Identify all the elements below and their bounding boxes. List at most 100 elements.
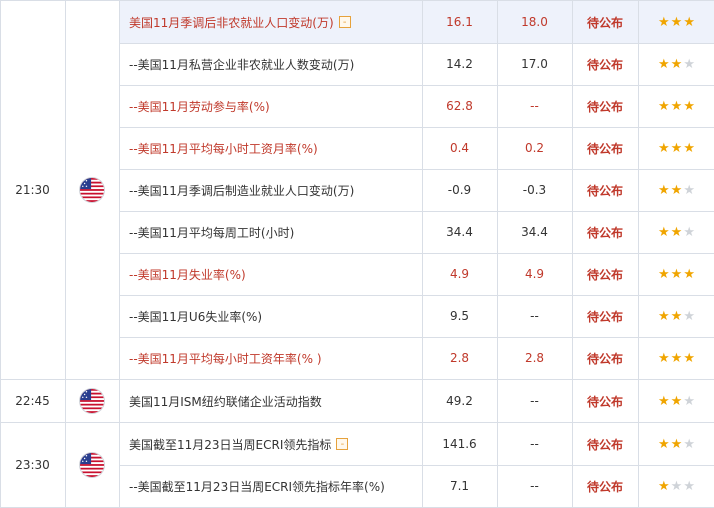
previous-value: 7.1 xyxy=(449,479,470,493)
previous-value: 34.4 xyxy=(446,225,473,239)
star-icon: ★ xyxy=(658,56,671,72)
table-top-border xyxy=(0,0,714,1)
indicator-name-cell[interactable]: --美国11月劳动参与率(%) xyxy=(119,85,422,127)
star-icon: ★ xyxy=(670,14,684,30)
importance-stars: ★ ★ ★ xyxy=(638,169,714,211)
indicator-name-cell[interactable]: --美国11月U6失业率(%) xyxy=(119,295,422,337)
forecast-value: -- xyxy=(530,479,539,493)
indicator-name[interactable]: --美国11月季调后制造业就业人口变动(万) xyxy=(129,182,354,199)
forecast-value: 0.2 xyxy=(524,141,545,155)
indicator-name[interactable]: --美国11月平均每周工时(小时) xyxy=(129,224,294,241)
importance-stars: ★ ★ ★ xyxy=(638,85,714,127)
economic-calendar-table: 21:30 美国11月季调后非农就业人口变动(万) -16.1 18.0 待公布 ★ ★ ★ -… xyxy=(0,0,714,508)
indicator-name[interactable]: --美国11月平均每小时工资月率(%) xyxy=(129,140,318,157)
star-icon: ★ xyxy=(683,436,696,452)
indicator-name-cell[interactable]: --美国11月私营企业非农就业人数变动(万) xyxy=(119,43,422,85)
star-icon: ★ xyxy=(670,436,684,452)
column-divider xyxy=(422,0,423,508)
importance-stars: ★ ★ ★ xyxy=(638,423,714,465)
star-icon: ★ xyxy=(658,14,671,30)
importance-stars: ★ ★ ★ xyxy=(638,211,714,253)
column-divider xyxy=(119,0,120,508)
expand-toggle-icon[interactable]: - xyxy=(338,16,351,28)
forecast-value: -0.3 xyxy=(522,183,547,197)
star-icon: ★ xyxy=(683,14,696,30)
indicator-name[interactable]: --美国11月私营企业非农就业人数变动(万) xyxy=(129,56,354,73)
us-flag-icon xyxy=(80,178,104,202)
event-time: 21:30 xyxy=(15,183,50,197)
status-badge: 待公布 xyxy=(586,141,623,156)
indicator-name[interactable]: 美国截至11月23日当周ECRI领先指标 xyxy=(129,436,331,453)
previous-value: 4.9 xyxy=(449,267,470,281)
status-badge: 待公布 xyxy=(586,57,623,72)
importance-stars: ★ ★ ★ xyxy=(638,295,714,337)
column-divider xyxy=(638,0,639,508)
star-icon: ★ xyxy=(670,56,684,72)
indicator-name[interactable]: 美国11月季调后非农就业人口变动(万) xyxy=(129,14,334,31)
column-divider xyxy=(0,0,1,508)
previous-value: 2.8 xyxy=(449,351,470,365)
star-icon: ★ xyxy=(658,436,671,452)
previous-value: 0.4 xyxy=(449,141,470,155)
forecast-value: 4.9 xyxy=(524,267,545,281)
star-icon: ★ xyxy=(683,308,696,324)
indicator-name-cell[interactable]: --美国11月季调后制造业就业人口变动(万) xyxy=(119,169,422,211)
importance-stars: ★ ★ ★ xyxy=(638,337,714,379)
previous-value: 141.6 xyxy=(442,437,477,451)
star-icon: ★ xyxy=(670,266,684,282)
indicator-name-cell[interactable]: 美国截至11月23日当周ECRI领先指标 - xyxy=(119,423,422,465)
star-icon: ★ xyxy=(670,350,684,366)
previous-value: -0.9 xyxy=(447,183,472,197)
status-badge: 待公布 xyxy=(586,394,623,409)
status-badge: 待公布 xyxy=(586,351,623,366)
expand-toggle-icon[interactable]: - xyxy=(336,438,349,450)
star-icon: ★ xyxy=(683,478,696,494)
previous-value: 49.2 xyxy=(446,394,473,408)
indicator-name-cell[interactable]: --美国11月平均每周工时(小时) xyxy=(119,211,422,253)
country-flag-cell xyxy=(65,423,119,507)
previous-value: 16.1 xyxy=(446,15,473,29)
star-icon: ★ xyxy=(670,140,684,156)
column-divider xyxy=(65,0,66,508)
star-icon: ★ xyxy=(683,98,696,114)
forecast-value: 2.8 xyxy=(524,351,545,365)
star-icon: ★ xyxy=(658,224,671,240)
previous-value: 62.8 xyxy=(446,99,473,113)
star-icon: ★ xyxy=(683,182,696,198)
indicator-name[interactable]: --美国11月U6失业率(%) xyxy=(129,308,262,325)
importance-stars: ★ ★ ★ xyxy=(638,253,714,295)
star-icon: ★ xyxy=(658,182,671,198)
star-icon: ★ xyxy=(658,478,671,494)
star-icon: ★ xyxy=(658,140,671,156)
forecast-value: 18.0 xyxy=(521,15,548,29)
importance-stars: ★ ★ ★ xyxy=(638,1,714,43)
importance-stars: ★ ★ ★ xyxy=(638,43,714,85)
star-icon: ★ xyxy=(658,266,671,282)
star-icon: ★ xyxy=(658,98,671,114)
indicator-name-cell[interactable]: 美国11月季调后非农就业人口变动(万) - xyxy=(119,1,422,43)
indicator-name-cell[interactable]: --美国截至11月23日当周ECRI领先指标年率(%) xyxy=(119,465,422,507)
indicator-name-cell[interactable]: 美国11月ISM纽约联储企业活动指数 xyxy=(119,380,422,422)
forecast-value: -- xyxy=(530,309,539,323)
star-icon: ★ xyxy=(683,140,696,156)
indicator-name[interactable]: --美国11月平均每小时工资年率(% ) xyxy=(129,350,322,367)
star-icon: ★ xyxy=(670,182,684,198)
indicator-name-cell[interactable]: --美国11月平均每小时工资月率(%) xyxy=(119,127,422,169)
indicator-name-cell[interactable]: --美国11月失业率(%) xyxy=(119,253,422,295)
status-badge: 待公布 xyxy=(586,183,623,198)
star-icon: ★ xyxy=(683,393,696,409)
indicator-name[interactable]: --美国截至11月23日当周ECRI领先指标年率(%) xyxy=(129,478,385,495)
indicator-name[interactable]: --美国11月劳动参与率(%) xyxy=(129,98,270,115)
indicator-name[interactable]: 美国11月ISM纽约联储企业活动指数 xyxy=(129,393,322,410)
star-icon: ★ xyxy=(670,308,684,324)
star-icon: ★ xyxy=(658,350,671,366)
forecast-value: 17.0 xyxy=(521,57,548,71)
country-flag-cell xyxy=(65,1,119,379)
forecast-value: -- xyxy=(530,437,539,451)
star-icon: ★ xyxy=(670,98,684,114)
previous-value: 9.5 xyxy=(449,309,470,323)
status-badge: 待公布 xyxy=(586,309,623,324)
indicator-name-cell[interactable]: --美国11月平均每小时工资年率(% ) xyxy=(119,337,422,379)
indicator-name[interactable]: --美国11月失业率(%) xyxy=(129,266,246,283)
star-icon: ★ xyxy=(683,350,696,366)
